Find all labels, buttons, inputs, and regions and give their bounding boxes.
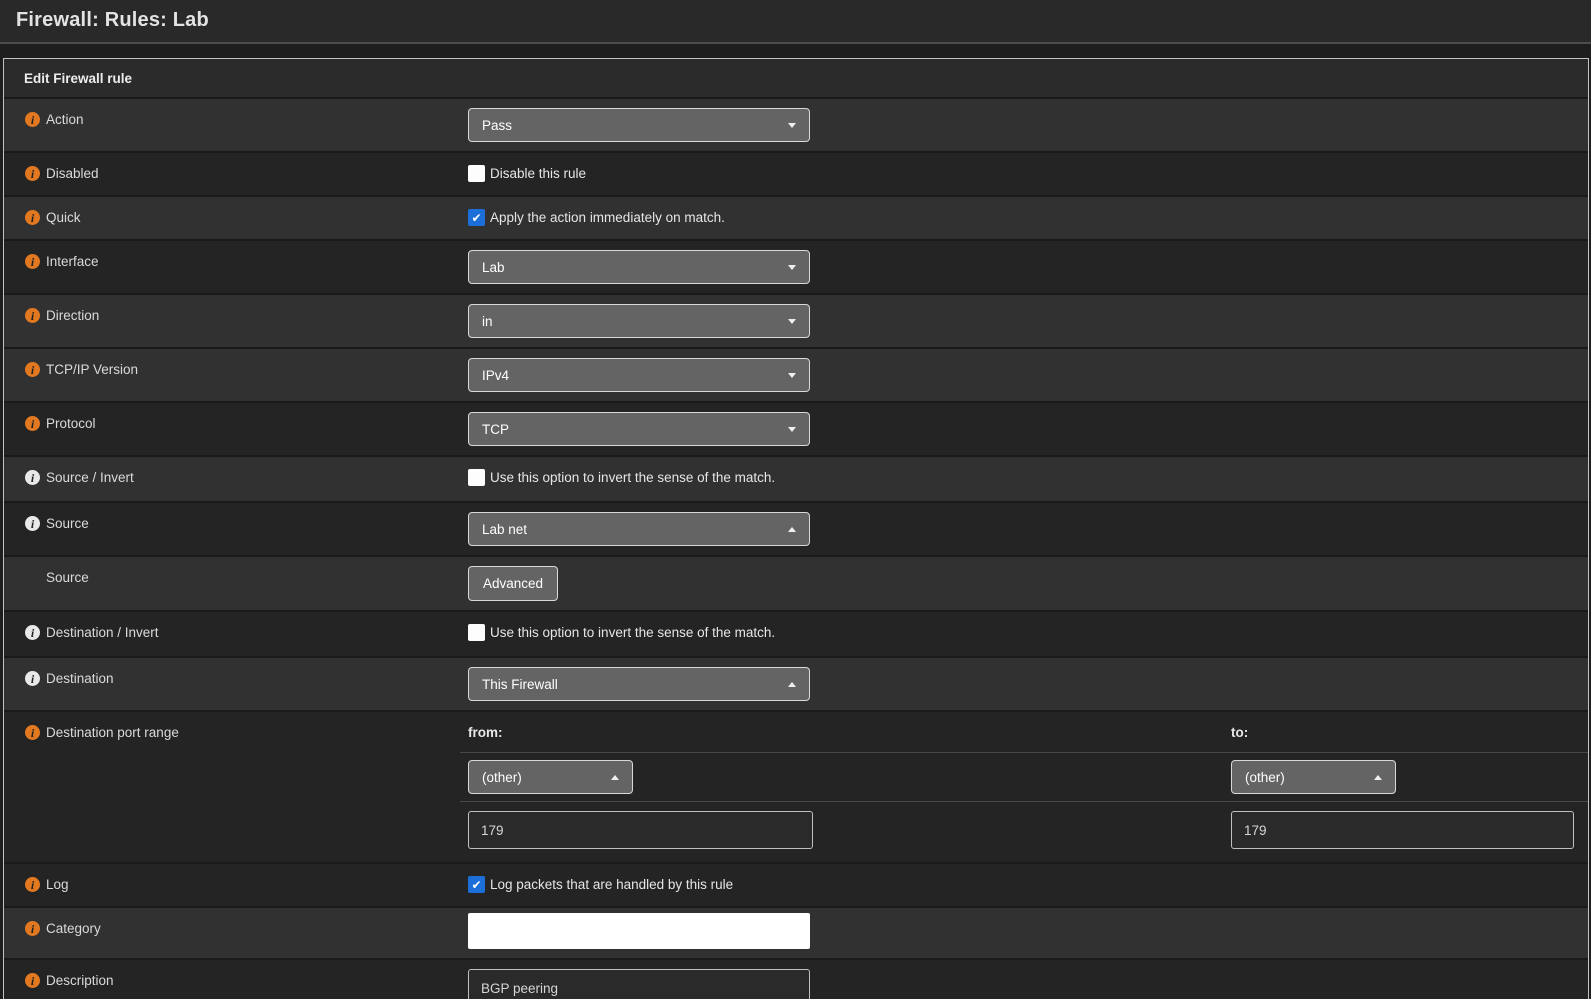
direction-label: Direction (46, 308, 99, 324)
row-action: Action Pass (4, 99, 1588, 153)
action-label: Action (46, 112, 84, 128)
quick-checkbox[interactable] (468, 209, 485, 226)
action-select[interactable]: Pass (468, 108, 810, 142)
port-from-label: from: (460, 712, 1223, 752)
row-destination: Destination This Firewall (4, 658, 1588, 712)
direction-select[interactable]: in (468, 304, 810, 338)
destination-invert-label: Destination / Invert (46, 625, 159, 641)
info-icon[interactable] (25, 877, 40, 892)
row-interface: Interface Lab (4, 241, 1588, 295)
info-icon[interactable] (25, 416, 40, 431)
edit-firewall-rule-panel: Edit Firewall rule Action Pass Disabled … (3, 58, 1589, 999)
page-title: Firewall: Rules: Lab (16, 9, 1575, 32)
info-icon[interactable] (25, 671, 40, 686)
row-description: Description (4, 960, 1588, 999)
caret-down-icon (788, 319, 796, 324)
destination-select-value: This Firewall (482, 677, 558, 692)
info-icon[interactable] (25, 362, 40, 377)
row-protocol: Protocol TCP (4, 403, 1588, 457)
info-icon[interactable] (25, 921, 40, 936)
caret-down-icon (788, 265, 796, 270)
port-from-input[interactable] (468, 811, 813, 849)
ipversion-label: TCP/IP Version (46, 362, 138, 378)
port-to-select-value: (other) (1245, 770, 1285, 785)
disabled-checkbox-label: Disable this rule (490, 166, 586, 181)
caret-down-icon (788, 373, 796, 378)
source-select-value: Lab net (482, 522, 527, 537)
source-advanced-label: Source (46, 570, 89, 586)
source-label: Source (46, 516, 89, 532)
top-bar: Firewall: Rules: Lab (0, 0, 1591, 44)
direction-select-value: in (482, 314, 493, 329)
destination-select[interactable]: This Firewall (468, 667, 810, 701)
interface-select-value: Lab (482, 260, 505, 275)
info-icon[interactable] (25, 308, 40, 323)
caret-down-icon (788, 123, 796, 128)
ipversion-select[interactable]: IPv4 (468, 358, 810, 392)
protocol-label: Protocol (46, 416, 96, 432)
destination-invert-checkbox-label: Use this option to invert the sense of t… (490, 625, 775, 640)
log-checkbox-label: Log packets that are handled by this rul… (490, 877, 733, 892)
log-label: Log (46, 877, 69, 893)
info-icon[interactable] (25, 516, 40, 531)
info-icon[interactable] (25, 973, 40, 988)
caret-up-icon (1374, 775, 1382, 780)
row-log: Log Log packets that are handled by this… (4, 864, 1588, 908)
disabled-label: Disabled (46, 166, 99, 182)
caret-up-icon (611, 775, 619, 780)
info-icon[interactable] (25, 112, 40, 127)
action-select-value: Pass (482, 118, 512, 133)
info-icon[interactable] (25, 166, 40, 181)
protocol-select[interactable]: TCP (468, 412, 810, 446)
description-input[interactable] (468, 969, 810, 999)
source-invert-checkbox[interactable] (468, 469, 485, 486)
protocol-select-value: TCP (482, 422, 509, 437)
info-icon[interactable] (25, 625, 40, 640)
port-to-select[interactable]: (other) (1231, 760, 1396, 794)
disabled-checkbox[interactable] (468, 165, 485, 182)
destination-invert-checkbox[interactable] (468, 624, 485, 641)
port-from-select[interactable]: (other) (468, 760, 633, 794)
source-invert-label: Source / Invert (46, 470, 134, 486)
log-checkbox[interactable] (468, 876, 485, 893)
row-category: Category (4, 908, 1588, 960)
info-icon[interactable] (25, 254, 40, 269)
info-icon[interactable] (25, 725, 40, 740)
destination-port-range-label: Destination port range (46, 725, 179, 741)
interface-label: Interface (46, 254, 99, 270)
source-invert-checkbox-label: Use this option to invert the sense of t… (490, 470, 775, 485)
destination-label: Destination (46, 671, 114, 687)
row-destination-port-range: Destination port range from: to: (other)… (4, 712, 1588, 864)
port-to-label: to: (1223, 712, 1588, 752)
row-disabled: Disabled Disable this rule (4, 153, 1588, 197)
caret-down-icon (788, 427, 796, 432)
row-destination-invert: Destination / Invert Use this option to … (4, 612, 1588, 658)
source-select[interactable]: Lab net (468, 512, 810, 546)
row-source-invert: Source / Invert Use this option to inver… (4, 457, 1588, 503)
description-label: Description (46, 973, 114, 989)
port-to-input[interactable] (1231, 811, 1574, 849)
panel-header: Edit Firewall rule (4, 59, 1588, 99)
caret-up-icon (788, 527, 796, 532)
source-advanced-button[interactable]: Advanced (468, 566, 558, 601)
row-quick: Quick Apply the action immediately on ma… (4, 197, 1588, 241)
port-from-select-value: (other) (482, 770, 522, 785)
info-icon[interactable] (25, 470, 40, 485)
quick-label: Quick (46, 210, 81, 226)
row-source: Source Lab net (4, 503, 1588, 557)
row-source-advanced: Source Advanced (4, 557, 1588, 612)
quick-checkbox-label: Apply the action immediately on match. (490, 210, 725, 225)
interface-select[interactable]: Lab (468, 250, 810, 284)
category-label: Category (46, 921, 101, 937)
row-ipversion: TCP/IP Version IPv4 (4, 349, 1588, 403)
info-icon[interactable] (25, 210, 40, 225)
caret-up-icon (788, 682, 796, 687)
ipversion-select-value: IPv4 (482, 368, 509, 383)
row-direction: Direction in (4, 295, 1588, 349)
category-input[interactable] (468, 913, 810, 949)
